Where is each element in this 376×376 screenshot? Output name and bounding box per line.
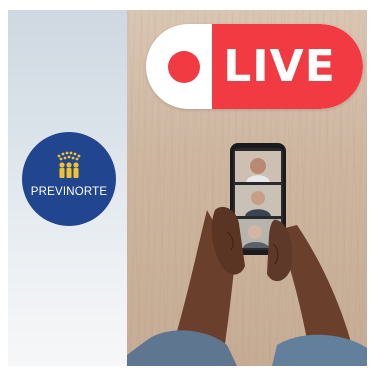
people-group-icon (57, 151, 81, 178)
video-call-participant-icon (235, 185, 281, 216)
live-badge: LIVE (146, 24, 363, 109)
live-label: LIVE (223, 40, 336, 92)
record-dot-icon (168, 51, 200, 83)
right-sleeve (272, 334, 367, 366)
live-label-box: LIVE (212, 24, 363, 109)
video-call-participant-icon (235, 151, 281, 182)
live-stream-banner: LIVE PREVINORTE (0, 0, 376, 376)
previnorte-logo: PREVINORTE (22, 132, 116, 226)
logo-wordmark: PREVINORTE (30, 186, 108, 198)
